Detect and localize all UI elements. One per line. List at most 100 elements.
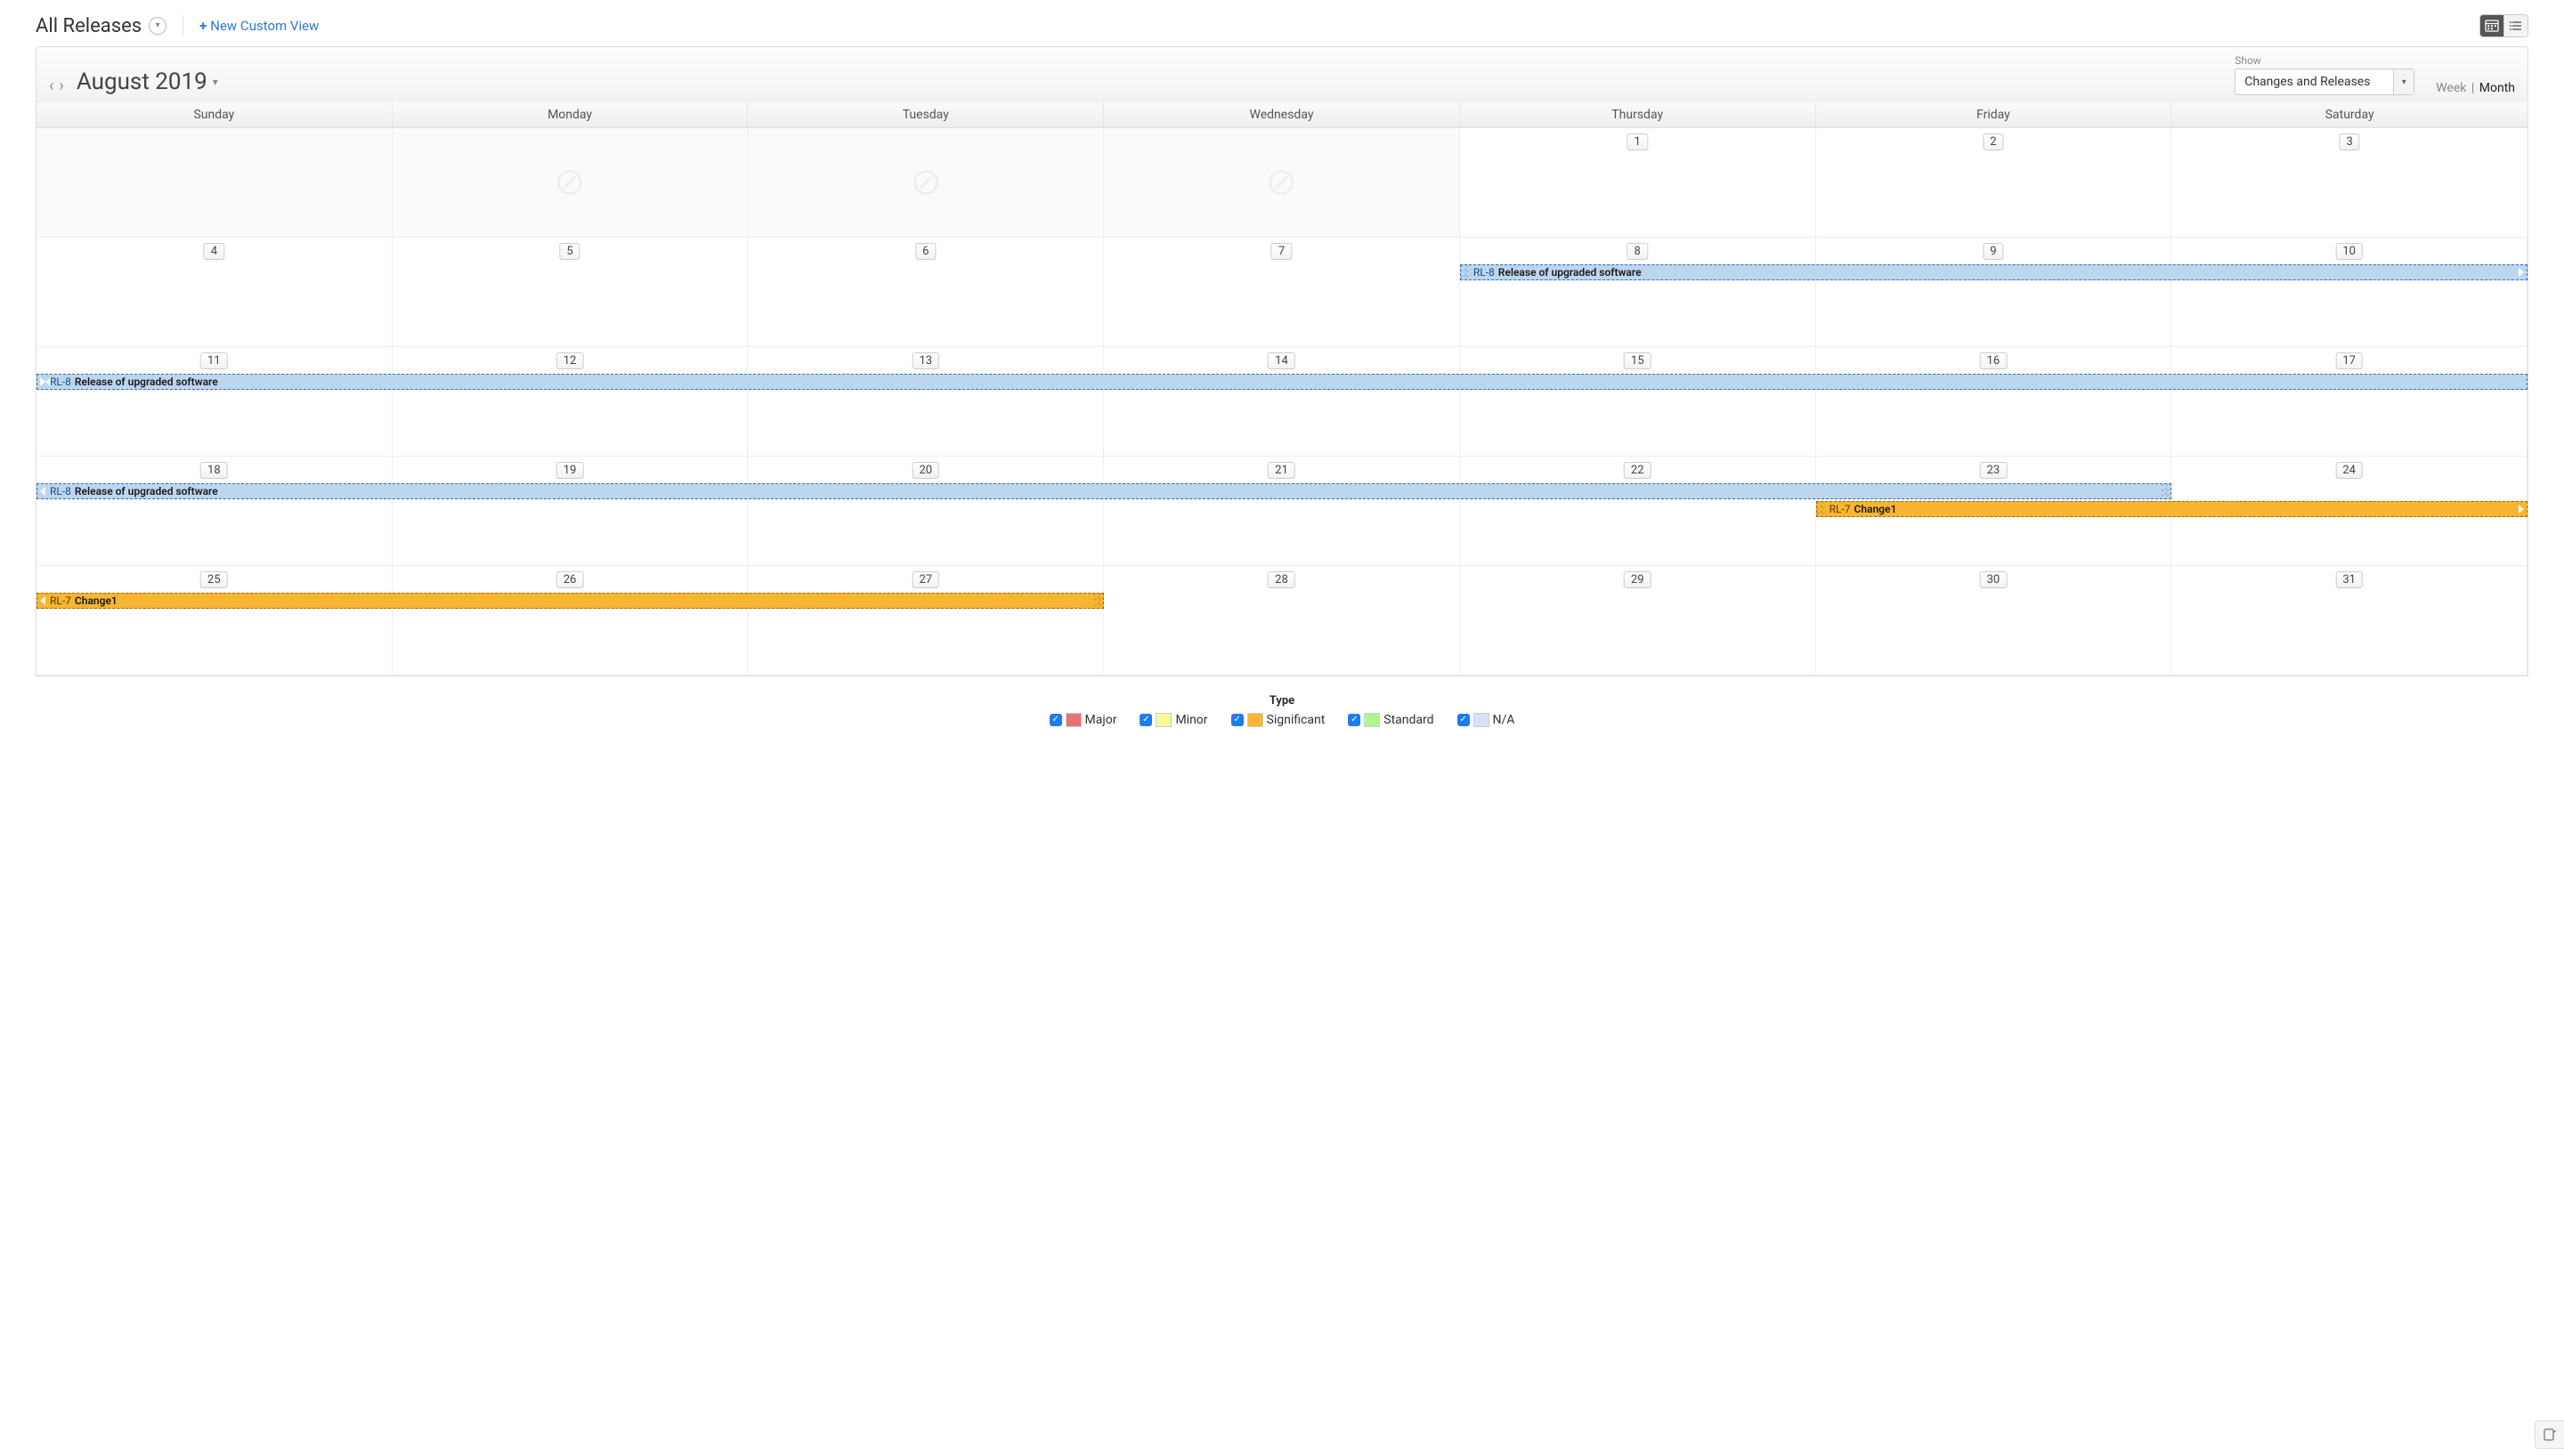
new-custom-view-button[interactable]: + New Custom View <box>199 18 319 34</box>
day-number[interactable]: 3 <box>2339 133 2359 150</box>
day-number[interactable]: 23 <box>1980 462 2008 479</box>
calendar-cell[interactable]: 11 <box>37 347 393 457</box>
calendar-cell[interactable]: 28 <box>1104 566 1460 675</box>
calendar-cell[interactable]: 17 <box>2171 347 2527 457</box>
calendar-cell[interactable]: 15 <box>1460 347 1816 457</box>
day-number[interactable]: 20 <box>912 462 939 479</box>
calendar-cell[interactable]: 13 <box>748 347 1104 457</box>
next-month-button[interactable]: › <box>59 77 63 95</box>
day-number[interactable]: 16 <box>1980 352 2008 369</box>
day-number[interactable]: 9 <box>1983 243 2003 260</box>
day-number[interactable]: 21 <box>1268 462 1295 479</box>
blocked-icon <box>557 170 582 195</box>
day-number[interactable]: 1 <box>1627 133 1648 150</box>
day-number[interactable]: 28 <box>1268 571 1295 588</box>
calendar-cell[interactable]: 14 <box>1104 347 1460 457</box>
day-number[interactable]: 8 <box>1627 243 1648 260</box>
calendar-cell[interactable]: 4 <box>37 238 393 347</box>
legend-swatch <box>1473 713 1489 727</box>
calendar: SundayMondayTuesdayWednesdayThursdayFrid… <box>36 102 2528 676</box>
calendar-cell[interactable]: 25 <box>37 566 393 675</box>
calendar-cell[interactable]: 1 <box>1460 128 1816 238</box>
day-number[interactable]: 12 <box>556 352 584 369</box>
chevron-down-icon: ▾ <box>149 17 166 35</box>
day-number[interactable]: 22 <box>1624 462 1651 479</box>
day-number[interactable]: 13 <box>912 352 939 369</box>
calendar-cell <box>1104 128 1460 238</box>
event-resize-handle[interactable] <box>1461 265 1470 279</box>
calendar-cell[interactable]: 21 <box>1104 457 1460 566</box>
calendar-event[interactable]: RL-7Change1 <box>1816 501 2527 517</box>
legend-checkbox[interactable]: ✓ <box>1050 714 1062 726</box>
calendar-cell[interactable]: 27 <box>748 566 1104 675</box>
calendar-cell[interactable]: 5 <box>393 238 749 347</box>
day-number[interactable]: 6 <box>915 243 936 260</box>
calendar-cell[interactable]: 30 <box>1816 566 2172 675</box>
calendar-cell[interactable]: 7 <box>1104 238 1460 347</box>
calendar-cell[interactable]: 31 <box>2171 566 2527 675</box>
day-number[interactable]: 30 <box>1980 571 2008 588</box>
day-number[interactable]: 5 <box>559 243 580 260</box>
day-number[interactable]: 19 <box>556 462 584 479</box>
day-number[interactable]: 15 <box>1624 352 1651 369</box>
view-title-dropdown[interactable]: All Releases ▾ <box>36 15 166 37</box>
day-number[interactable]: 25 <box>200 571 228 588</box>
legend-checkbox[interactable]: ✓ <box>1231 714 1244 726</box>
legend-checkbox[interactable]: ✓ <box>1457 714 1470 726</box>
calendar-cell[interactable]: 10 <box>2171 238 2527 347</box>
legend-label: Minor <box>1175 713 1207 727</box>
event-title: Release of upgraded software <box>75 484 218 498</box>
calendar-cell[interactable]: 6 <box>748 238 1104 347</box>
calendar-cell[interactable]: 16 <box>1816 347 2172 457</box>
list-view-button[interactable] <box>2503 15 2527 36</box>
calendar-event[interactable]: RL-8Release of upgraded software <box>1460 264 2527 280</box>
event-resize-handle[interactable] <box>1094 594 1103 608</box>
day-number[interactable]: 2 <box>1983 133 2003 150</box>
day-number[interactable]: 17 <box>2335 352 2363 369</box>
legend-checkbox[interactable]: ✓ <box>1140 714 1152 726</box>
calendar-cell[interactable]: 29 <box>1460 566 1816 675</box>
event-resize-handle[interactable] <box>2162 484 2170 498</box>
blocked-icon <box>913 170 938 195</box>
week-view-button[interactable]: Week <box>2436 81 2466 95</box>
event-resize-handle[interactable] <box>1817 502 1826 516</box>
day-number[interactable]: 26 <box>556 571 584 588</box>
calendar-event[interactable]: RL-8Release of upgraded software <box>37 483 2171 499</box>
day-header: Monday <box>393 102 749 127</box>
calendar-week: 1 2 3 <box>37 128 2527 238</box>
day-number[interactable]: 27 <box>912 571 939 588</box>
calendar-cell[interactable]: 9 <box>1816 238 2172 347</box>
day-number[interactable]: 18 <box>200 462 228 479</box>
calendar-cell[interactable]: 26 <box>393 566 749 675</box>
calendar-cell[interactable]: 18 <box>37 457 393 566</box>
calendar-cell[interactable]: 22 <box>1460 457 1816 566</box>
calendar-cell[interactable]: 12 <box>393 347 749 457</box>
event-id: RL-7 <box>1830 502 1851 516</box>
calendar-cell[interactable]: 2 <box>1816 128 2172 238</box>
day-number[interactable]: 14 <box>1268 352 1295 369</box>
prev-month-button[interactable]: ‹ <box>49 77 53 95</box>
day-number[interactable]: 31 <box>2335 571 2363 588</box>
day-header: Saturday <box>2171 102 2527 127</box>
day-number[interactable]: 4 <box>204 243 224 260</box>
legend-checkbox[interactable]: ✓ <box>1348 714 1360 726</box>
day-number[interactable]: 29 <box>1624 571 1651 588</box>
day-number[interactable]: 24 <box>2335 462 2363 479</box>
day-number[interactable]: 11 <box>200 352 228 369</box>
show-select[interactable]: Changes and Releases ▾ <box>2235 69 2414 95</box>
viewbar: All Releases ▾ + New Custom View <box>36 9 2528 46</box>
calendar-cell[interactable]: 8 <box>1460 238 1816 347</box>
legend-swatch <box>1247 713 1263 727</box>
calendar-cell[interactable]: 19 <box>393 457 749 566</box>
calendar-cell[interactable]: 3 <box>2171 128 2527 238</box>
calendar-event[interactable]: RL-8Release of upgraded software <box>37 374 2527 390</box>
day-number[interactable]: 7 <box>1271 243 1292 260</box>
event-id: RL-8 <box>1473 265 1495 279</box>
calendar-event[interactable]: RL-7Change1 <box>37 593 1104 609</box>
month-view-button[interactable]: Month <box>2479 81 2515 95</box>
day-number[interactable]: 10 <box>2335 243 2363 260</box>
feedback-button[interactable] <box>2535 1420 2564 1449</box>
calendar-cell[interactable]: 20 <box>748 457 1104 566</box>
calendar-view-button[interactable] <box>2480 15 2503 36</box>
month-picker[interactable]: August 2019 ▾ <box>77 69 218 95</box>
